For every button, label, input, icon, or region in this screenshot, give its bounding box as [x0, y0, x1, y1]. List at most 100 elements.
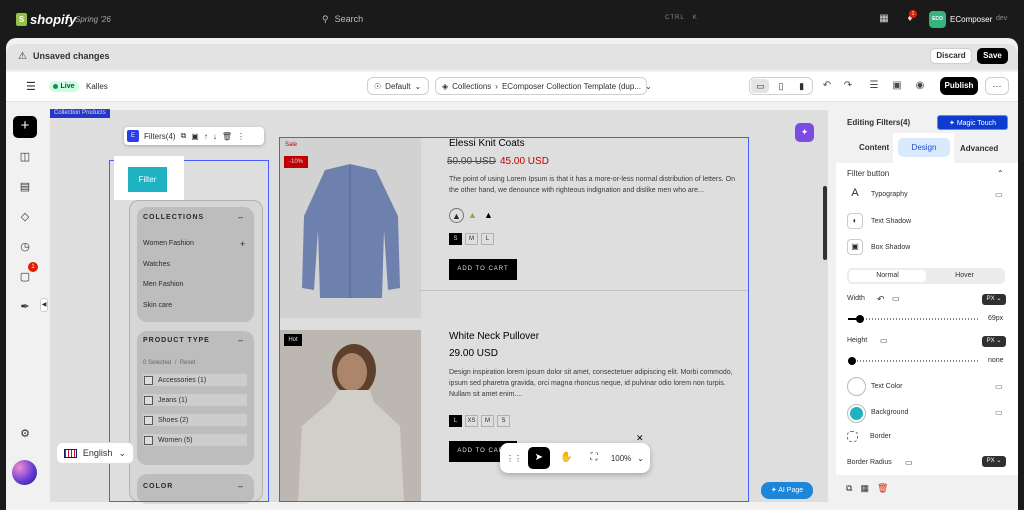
trash-icon[interactable]: 🗑 [222, 132, 232, 141]
zoom-level[interactable]: 100% [611, 454, 631, 463]
ai-page-button[interactable]: ✦ AI Page [761, 482, 813, 499]
publish-button[interactable]: Publish [940, 77, 978, 95]
panel-title: Editing Filters(4) [847, 118, 911, 127]
section-heading[interactable]: Filter button [847, 169, 889, 178]
search-shortcut: CTRL K [665, 15, 698, 21]
typography-row[interactable]: A Typography [847, 186, 907, 202]
height-slider-handle[interactable] [848, 357, 856, 365]
language-selector[interactable]: English ⌄ [56, 442, 134, 464]
box-shadow-row[interactable]: ▣ Box Shadow [847, 239, 910, 255]
height-slider-track[interactable] [848, 360, 978, 362]
more-vertical-icon[interactable]: ⋮ [237, 132, 245, 141]
text-shadow-icon: ◐ [847, 213, 863, 229]
avatar[interactable]: ECO [929, 11, 946, 28]
add-element-button[interactable]: + [13, 116, 37, 138]
state-normal[interactable]: Normal [849, 270, 926, 282]
search-bar[interactable]: ⚲ Search [322, 11, 702, 27]
text-shadow-row[interactable]: ◐ Text Shadow [847, 213, 911, 229]
width-value[interactable]: 69px [988, 315, 1003, 322]
border-row[interactable]: Border [847, 431, 891, 442]
undo-icon[interactable]: ↶ [819, 78, 835, 94]
width-slider-handle[interactable] [856, 315, 864, 323]
page-breadcrumb[interactable]: ◈ Collections › EComposer Collection Tem… [435, 77, 652, 95]
canvas-controls: ⋮⋮ ➤ ✋ ⛶ 100% ⌄ [500, 443, 650, 473]
layout-icon[interactable]: ◫ [13, 146, 37, 168]
discard-button[interactable]: Discard [930, 48, 972, 64]
pointer-tool-icon[interactable]: ➤ [528, 447, 550, 469]
trash-icon[interactable]: 🗑 [877, 483, 888, 494]
live-dot-icon [53, 84, 59, 89]
drag-handle-icon[interactable]: ⋮⋮ [506, 454, 522, 463]
search-icon: ⚲ [322, 13, 329, 24]
unit-select[interactable]: PX ⌄ [982, 294, 1006, 305]
edition-label: Spring '26 [75, 15, 111, 24]
save-block-icon[interactable]: ▣ [191, 132, 199, 141]
mobile-icon[interactable]: ▮ [793, 79, 811, 93]
unsaved-message: Unsaved changes [33, 51, 110, 61]
sections-icon[interactable]: ▤ [13, 176, 37, 198]
copy-icon[interactable]: ⧉ [846, 483, 852, 494]
menu-icon[interactable]: ☰ [26, 80, 36, 93]
desktop-icon[interactable]: ▭ [905, 458, 913, 467]
desktop-icon[interactable]: ▭ [892, 294, 900, 303]
live-badge: Live [49, 81, 79, 92]
redo-icon[interactable]: ↷ [840, 78, 856, 94]
reset-icon[interactable]: ↶ [877, 294, 885, 305]
layers-icon[interactable]: ◇ [13, 206, 37, 228]
user-name[interactable]: EComposer [950, 15, 992, 24]
arrow-down-icon[interactable]: ↓ [213, 132, 217, 141]
text-color-swatch[interactable] [847, 377, 866, 396]
width-slider-track[interactable] [848, 318, 978, 320]
width-label: Width [847, 295, 865, 302]
desktop-icon[interactable]: ▭ [995, 382, 1003, 391]
notification-badge: 1 [909, 10, 917, 18]
border-icon [847, 431, 858, 442]
device-switcher: ▭ ▯ ▮ [749, 77, 813, 95]
chevron-down-icon[interactable]: ⌄ [637, 454, 644, 463]
chevron-up-icon[interactable]: ⌃ [997, 169, 1004, 178]
history-icon[interactable]: ◷ [13, 236, 37, 258]
tab-advanced[interactable]: Advanced [960, 144, 998, 153]
collapse-sidebar-icon[interactable]: ◀ [40, 298, 48, 312]
assistant-orb-icon[interactable] [12, 460, 37, 485]
search-placeholder: Search [334, 14, 364, 24]
more-options-icon[interactable]: ⋯ [985, 77, 1009, 95]
inspect-icon[interactable]: ▣ [889, 78, 905, 94]
review-badge: 1 [28, 262, 38, 272]
ecomposer-icon: E [127, 130, 139, 142]
desktop-icon[interactable]: ▭ [880, 336, 888, 345]
element-label[interactable]: Filters(4) [144, 132, 176, 141]
uk-flag-icon [64, 448, 77, 458]
ai-sparkle-icon[interactable]: ✦ [795, 123, 814, 142]
duplicate-icon[interactable]: ⧉ [181, 131, 187, 141]
tablet-icon[interactable]: ▯ [772, 79, 790, 93]
tab-content[interactable]: Content [859, 143, 889, 152]
tab-design[interactable]: Design [898, 138, 950, 157]
filter-button[interactable]: Filter [128, 167, 167, 192]
unit-select[interactable]: PX ⌄ [982, 456, 1006, 467]
warning-icon: ⚠ [18, 51, 27, 62]
desktop-icon[interactable]: ▭ [995, 408, 1003, 417]
shopify-bag-icon[interactable]: S [16, 13, 27, 26]
template-select[interactable]: ☉ Default ⌄ [367, 77, 429, 95]
height-value[interactable]: none [988, 357, 1004, 364]
preview-eye-icon[interactable]: ◉ [912, 78, 928, 94]
shopify-logo[interactable]: shopify [30, 12, 76, 27]
desktop-icon[interactable]: ▭ [751, 79, 770, 93]
border-radius-label: Border Radius [847, 459, 892, 466]
grid-icon[interactable]: ▦ [860, 483, 869, 494]
gear-icon[interactable]: ⚙ [13, 423, 37, 445]
brush-icon[interactable]: ✒ [13, 296, 37, 318]
canvas-scrollbar[interactable] [823, 186, 827, 260]
settings-sliders-icon[interactable]: ☰ [866, 78, 882, 94]
fit-screen-icon[interactable]: ⛶ [583, 447, 605, 469]
unit-select[interactable]: PX ⌄ [982, 336, 1006, 347]
close-icon[interactable]: ✕ [636, 433, 644, 444]
state-hover[interactable]: Hover [926, 270, 1003, 282]
store-icon[interactable]: ▦ [877, 12, 891, 26]
magic-touch-button[interactable]: ✦ Magic Touch [937, 115, 1008, 130]
arrow-up-icon[interactable]: ↑ [204, 132, 208, 141]
save-button[interactable]: Save [977, 48, 1008, 64]
hand-tool-icon[interactable]: ✋ [556, 447, 578, 469]
desktop-icon[interactable]: ▭ [995, 190, 1003, 199]
